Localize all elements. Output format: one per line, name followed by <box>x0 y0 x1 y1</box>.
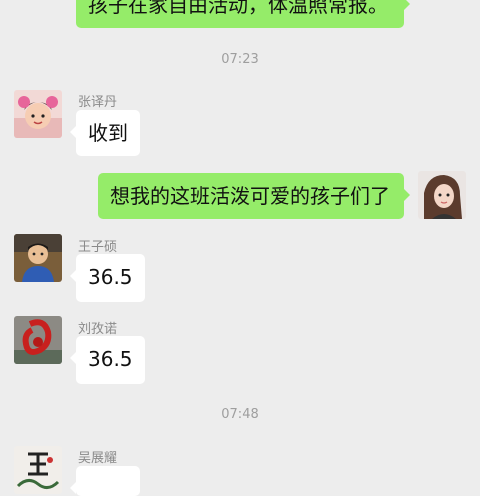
woman-portrait-avatar <box>418 171 466 219</box>
child-with-pink-flower-avatar <box>14 90 62 138</box>
sender-name: 吴展耀 <box>78 451 118 466</box>
boy-in-blue-avatar <box>14 234 62 282</box>
message-text: 孩子在家自由活动，体温照常报。 <box>88 0 388 17</box>
message-bubble[interactable] <box>70 466 140 496</box>
avatar[interactable] <box>14 90 62 138</box>
message-bubble[interactable]: 收到 <box>70 110 140 156</box>
message-bubble[interactable]: 36.5 <box>70 254 145 302</box>
sender-name: 刘孜诺 <box>78 322 118 337</box>
message-text: 收到 <box>88 121 128 145</box>
red-ribbon-sculpture-avatar <box>14 316 62 364</box>
message-bubble-self[interactable]: 想我的这班活泼可爱的孩子们了 <box>98 173 410 219</box>
avatar[interactable] <box>14 234 62 282</box>
message-bubble[interactable]: 36.5 <box>70 336 145 384</box>
avatar-self[interactable] <box>418 171 466 219</box>
message-bubble-self-partial[interactable]: 孩子在家自由活动，体温照常报。 <box>76 0 410 28</box>
calligraphy-wang-avatar <box>14 446 62 494</box>
avatar[interactable] <box>14 446 62 494</box>
message-text: 36.5 <box>88 347 133 371</box>
sender-name: 王子硕 <box>78 240 118 255</box>
message-text: 想我的这班活泼可爱的孩子们了 <box>110 184 390 208</box>
timestamp: 07:23 <box>221 52 259 67</box>
timestamp: 07:48 <box>221 407 259 422</box>
avatar[interactable] <box>14 316 62 364</box>
sender-name: 张译丹 <box>78 95 118 110</box>
message-text: 36.5 <box>88 265 133 289</box>
